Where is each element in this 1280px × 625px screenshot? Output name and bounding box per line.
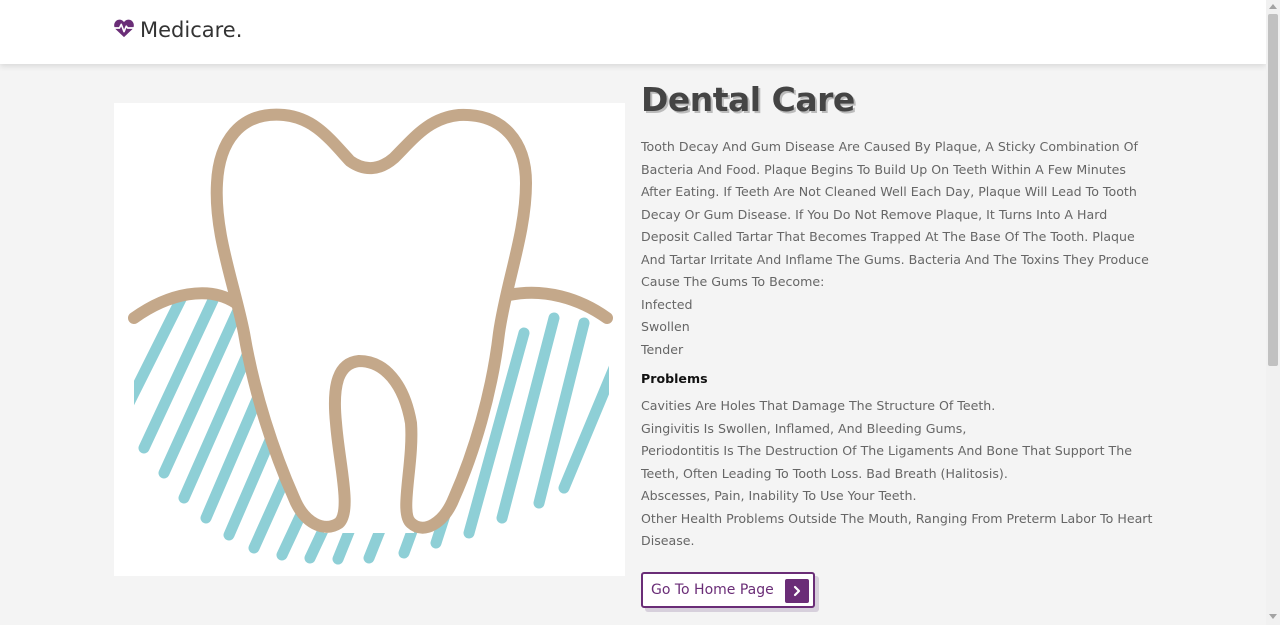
problems-heading: Problems <box>641 371 708 386</box>
brand-name: Medicare. <box>140 18 243 42</box>
scroll-up-arrow-icon[interactable] <box>1269 4 1277 9</box>
list-item: Infected <box>641 296 693 312</box>
problems-list: Cavities Are Holes That Damage The Struc… <box>641 395 1156 553</box>
list-item: Abscesses, Pain, Inability To Use Your T… <box>641 488 917 503</box>
dental-care-content: Dental Care Tooth Decay And Gum Disease … <box>641 80 1156 553</box>
gum-states-list: Infected Swollen Tender <box>641 294 1156 362</box>
dental-care-image <box>114 103 625 576</box>
list-item: Cavities Are Holes That Damage The Struc… <box>641 398 996 413</box>
tooth-icon <box>128 108 613 565</box>
list-item: Other Health Problems Outside The Mouth,… <box>641 510 1153 549</box>
chevron-right-icon <box>785 579 809 603</box>
scroll-down-arrow-icon[interactable] <box>1269 614 1277 619</box>
site-header: Medicare. <box>0 0 1266 64</box>
heartbeat-icon <box>113 18 135 42</box>
brand-logo-link[interactable]: Medicare. <box>113 18 242 42</box>
list-item: Periodontitis Is The Destruction Of The … <box>641 443 1132 481</box>
page-title: Dental Care <box>641 80 855 119</box>
go-to-home-button[interactable]: Go To Home Page <box>641 572 815 608</box>
scrollbar-thumb[interactable] <box>1268 14 1278 366</box>
page-scrollbar[interactable] <box>1266 0 1280 625</box>
dental-care-description: Tooth Decay And Gum Disease Are Caused B… <box>641 139 1149 289</box>
list-item: Gingivitis Is Swollen, Inflamed, And Ble… <box>641 420 967 436</box>
list-item: Swollen <box>641 319 690 334</box>
go-to-home-label: Go To Home Page <box>651 582 774 598</box>
list-item: Tender <box>641 341 684 357</box>
